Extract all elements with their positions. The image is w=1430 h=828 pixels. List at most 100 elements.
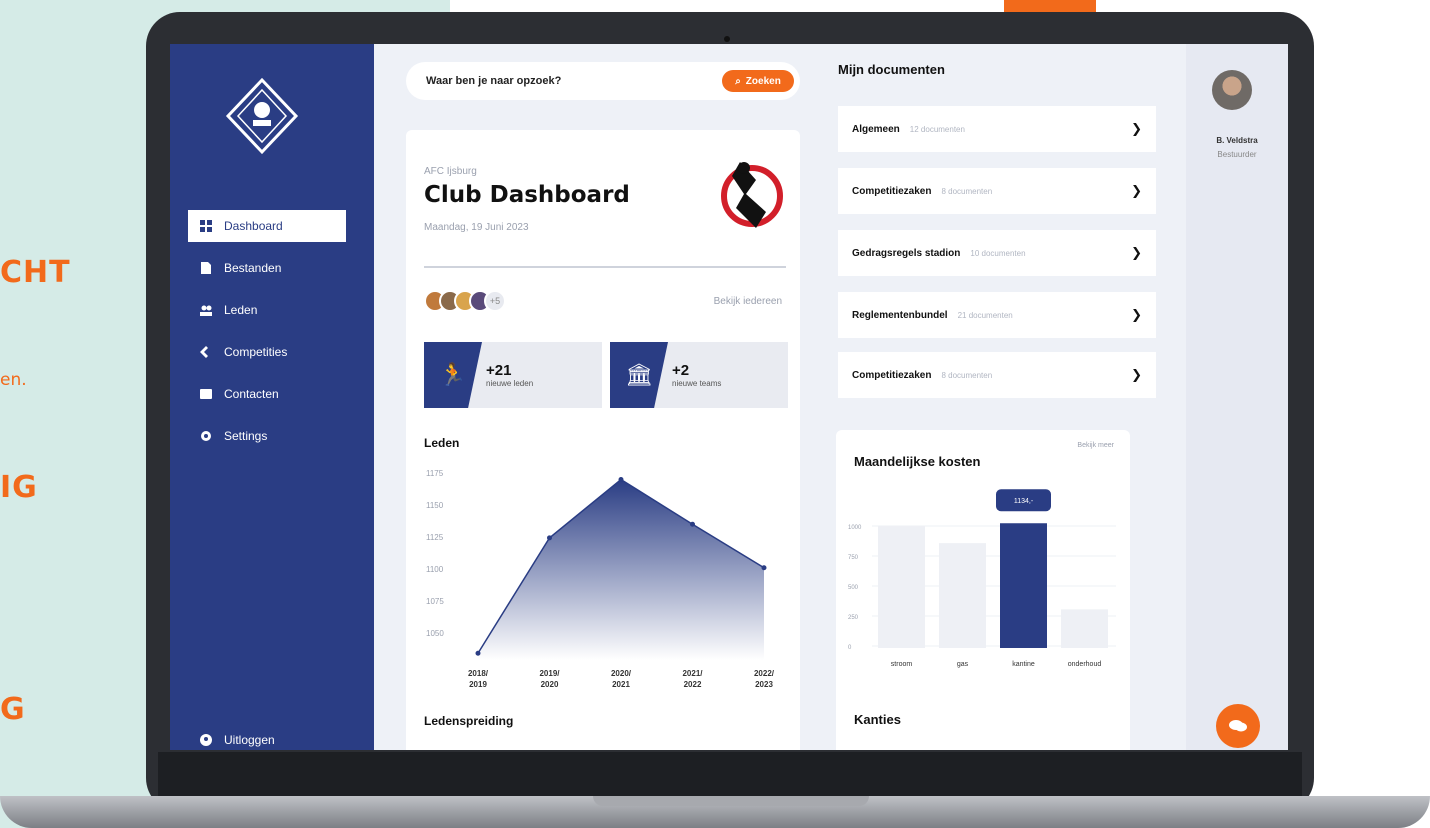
x-tick-label: 2020/ xyxy=(611,669,632,678)
cost-bar xyxy=(1061,609,1108,648)
y-tick-label: 500 xyxy=(848,585,859,591)
data-point xyxy=(690,521,695,527)
competition-icon xyxy=(200,346,208,358)
logout-button[interactable]: Uitloggen xyxy=(188,724,346,750)
document-folder-name: Competitiezaken xyxy=(852,185,932,197)
avatar-more-count: +5 xyxy=(484,290,506,312)
x-tick-label: kantine xyxy=(1012,661,1035,668)
kanties-title: Kanties xyxy=(854,712,901,727)
dashboard-icon xyxy=(200,220,212,232)
stat-value: +21 xyxy=(486,362,512,379)
chevron-right-icon: ❯ xyxy=(1131,367,1142,382)
document-folder-row[interactable]: Competitiezaken 8 documenten ❯ xyxy=(838,352,1156,398)
costs-title: Maandelijkse kosten xyxy=(854,454,981,469)
y-tick-label: 1175 xyxy=(426,469,444,478)
x-tick-label: 2022 xyxy=(684,680,702,689)
chevron-right-icon: ❯ xyxy=(1131,183,1142,198)
stat-label: nieuwe leden xyxy=(486,379,534,388)
stat-new-teams: 🏛 +2 nieuwe teams xyxy=(610,342,788,408)
stat-value: +2 xyxy=(672,362,690,379)
promo-text: en. xyxy=(0,370,27,390)
sidebar-item-label: Dashboard xyxy=(224,219,283,233)
members-area xyxy=(478,479,764,660)
profile-role: Bestuurder xyxy=(1217,150,1257,159)
cost-bar xyxy=(939,543,986,648)
chat-icon xyxy=(1229,720,1247,732)
document-count: 12 documenten xyxy=(909,124,965,134)
laptop-camera xyxy=(724,36,730,42)
contacts-icon xyxy=(200,389,212,399)
cost-bar xyxy=(1000,523,1047,648)
data-point xyxy=(547,535,552,541)
document-folder-row[interactable]: Reglementenbundel 21 documenten ❯ xyxy=(838,292,1156,338)
x-tick-label: 2019 xyxy=(469,680,487,689)
page-title: Club Dashboard xyxy=(424,182,630,208)
search-button[interactable]: ⌕ Zoeken xyxy=(722,70,794,92)
x-tick-label: 2018/ xyxy=(468,669,489,678)
promo-heading-2: IG xyxy=(0,470,38,505)
members-chart-title: Leden xyxy=(424,436,460,450)
sidebar-item-label: Bestanden xyxy=(224,261,282,275)
y-tick-label: 1150 xyxy=(426,501,444,510)
laptop-bezel xyxy=(158,752,1302,802)
chevron-right-icon: ❯ xyxy=(1131,121,1142,136)
sidebar-item-settings[interactable]: Settings xyxy=(188,420,346,452)
chevron-right-icon: ❯ xyxy=(1131,245,1142,260)
avatar[interactable] xyxy=(1212,70,1252,110)
costs-more-link[interactable]: Bekijk meer xyxy=(1077,442,1114,449)
document-count: 8 documenten xyxy=(941,370,993,380)
sidebar: Dashboard Bestanden Leden Competities Co… xyxy=(170,44,374,750)
y-tick-label: 1075 xyxy=(426,597,444,606)
user-icon xyxy=(200,734,212,746)
sidebar-item-label: Settings xyxy=(224,429,268,443)
runner-icon: 🏃 xyxy=(424,342,482,408)
profile-name: B. Veldstra xyxy=(1216,136,1258,145)
club-logo xyxy=(225,77,299,155)
y-tick-label: 250 xyxy=(848,615,859,621)
document-folder-name: Reglementenbundel xyxy=(852,309,948,321)
document-count: 10 documenten xyxy=(970,248,1026,258)
document-folder-name: Algemeen xyxy=(852,123,900,135)
sidebar-item-bestanden[interactable]: Bestanden xyxy=(188,252,346,284)
x-tick-label: gas xyxy=(957,661,969,668)
document-folder-name: Competitiezaken xyxy=(852,369,932,381)
member-avatars[interactable]: +5 xyxy=(424,290,506,312)
logout-label: Uitloggen xyxy=(224,733,275,747)
building-icon: 🏛 xyxy=(610,342,668,408)
search-icon: ⌕ xyxy=(735,75,741,87)
chat-button[interactable] xyxy=(1216,704,1260,748)
monthly-costs-card: Bekijk meer Maandelijkse kosten 1000 750 5… xyxy=(836,430,1130,750)
stat-new-members: 🏃 +21 nieuwe leden xyxy=(424,342,602,408)
data-point xyxy=(475,650,481,656)
document-folder-row[interactable]: Gedragsregels stadion 10 documenten ❯ xyxy=(838,230,1156,276)
documents-title: Mijn documenten xyxy=(838,62,945,77)
costs-bar-chart: 1000 750 500 250 0 stroom gas kantine 1134,- onde… xyxy=(848,489,1116,668)
sidebar-item-label: Contacten xyxy=(224,387,279,401)
show-all-link[interactable]: Bekijk iedereen xyxy=(714,296,782,307)
sidebar-item-leden[interactable]: Leden xyxy=(188,294,346,326)
cost-bar xyxy=(878,526,925,648)
x-tick-label: 2020 xyxy=(541,680,559,689)
y-tick-label: 1100 xyxy=(426,565,444,574)
members-spread-title: Ledenspreiding xyxy=(424,714,514,728)
y-tick-label: 1125 xyxy=(426,533,444,542)
laptop-notch xyxy=(593,796,869,806)
document-folder-row[interactable]: Algemeen 12 documenten ❯ xyxy=(838,106,1156,152)
sidebar-item-label: Competities xyxy=(224,345,288,359)
promo-heading-3: G xyxy=(0,692,26,727)
chevron-right-icon: ❯ xyxy=(1131,307,1142,322)
app-screen: Dashboard Bestanden Leden Competities Co… xyxy=(170,44,1288,750)
y-tick-label: 0 xyxy=(848,645,852,651)
sidebar-item-contacten[interactable]: Contacten xyxy=(188,378,346,410)
y-tick-label: 750 xyxy=(848,555,859,561)
club-dashboard-card: AFC Ijsburg Club Dashboard Maandag, 19 J… xyxy=(406,130,800,750)
data-point xyxy=(618,477,624,482)
sidebar-item-label: Leden xyxy=(224,303,258,317)
orange-accent-tab xyxy=(1004,0,1096,12)
search-input[interactable]: Waar ben je naar opzoek? ⌕ Zoeken xyxy=(406,62,800,100)
x-tick-label: 2022/ xyxy=(754,669,775,678)
document-count: 8 documenten xyxy=(941,186,993,196)
sidebar-item-dashboard[interactable]: Dashboard xyxy=(188,210,346,242)
document-folder-row[interactable]: Competitiezaken 8 documenten ❯ xyxy=(838,168,1156,214)
sidebar-item-competities[interactable]: Competities xyxy=(188,336,346,368)
